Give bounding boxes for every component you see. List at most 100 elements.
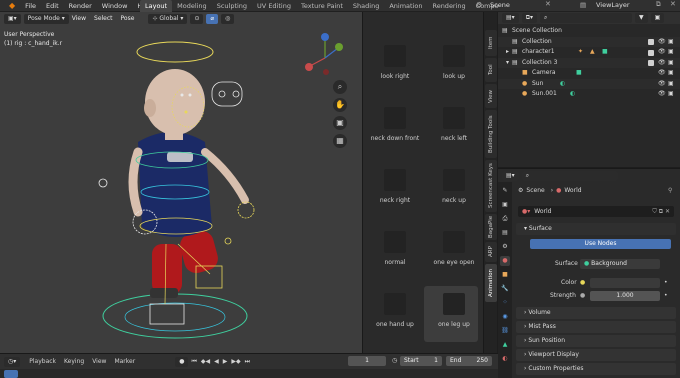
- pose-item[interactable]: neck left: [424, 100, 484, 162]
- viewport-scene[interactable]: [0, 12, 362, 353]
- snap-icon[interactable]: ⌀: [206, 13, 219, 24]
- modifier-tab-icon[interactable]: 🔧: [500, 284, 510, 294]
- playhead[interactable]: [4, 370, 18, 378]
- tab-texture-paint[interactable]: Texture Paint: [296, 0, 348, 12]
- pivot-icon[interactable]: ⊙: [190, 13, 204, 24]
- pose-item-active[interactable]: one leg up: [424, 286, 484, 348]
- tab-layout[interactable]: Layout: [140, 0, 173, 12]
- view-layer-close-icon[interactable]: ✕: [670, 0, 676, 8]
- render-camera-icon[interactable]: ▣: [668, 37, 674, 48]
- outliner-row[interactable]: ▾ ▤ Collection 3 👁 ▣: [498, 57, 680, 69]
- expand-arrow-icon[interactable]: ▸: [506, 47, 509, 58]
- visibility-eye-icon[interactable]: 👁: [658, 58, 666, 69]
- color-dot-icon[interactable]: •: [664, 279, 668, 286]
- outliner-row[interactable]: ■ Camera ■ 👁 ▣: [498, 68, 680, 79]
- mode-dropdown[interactable]: Pose Mode ▾: [23, 13, 69, 24]
- particles-tab-icon[interactable]: ⁘: [500, 298, 510, 308]
- surface-shader-dropdown[interactable]: ● Background: [580, 259, 660, 269]
- visibility-eye-icon[interactable]: 👁: [658, 47, 666, 58]
- record-icon[interactable]: ●: [175, 356, 189, 367]
- strength-dot-icon[interactable]: •: [664, 292, 668, 299]
- end-frame-field[interactable]: End 250: [446, 356, 492, 366]
- sun-position-panel-header[interactable]: › Sun Position: [516, 335, 676, 347]
- outliner-row[interactable]: ▤ Collection 👁 ▣: [498, 36, 680, 48]
- render-tab-icon[interactable]: ▣: [500, 200, 510, 210]
- world-tab-icon[interactable]: ●: [500, 256, 510, 266]
- jump-end-icon[interactable]: ⏭: [245, 358, 250, 366]
- play-icon[interactable]: ▶: [223, 358, 228, 365]
- menu-playback[interactable]: Playback: [29, 358, 56, 365]
- tab-item[interactable]: Item: [485, 30, 497, 56]
- tab-uv-editing[interactable]: UV Editing: [252, 0, 296, 12]
- strength-field[interactable]: 1.000: [590, 291, 660, 301]
- tab-animation[interactable]: Animation: [485, 264, 497, 302]
- scene-icon[interactable]: ⚙: [476, 1, 482, 9]
- physics-tab-icon[interactable]: ◉: [500, 312, 510, 322]
- include-checkbox[interactable]: [648, 49, 654, 56]
- pose-item[interactable]: look up: [424, 38, 484, 100]
- pose-item[interactable]: neck right: [365, 162, 425, 224]
- pin-icon[interactable]: ⚲: [668, 187, 672, 194]
- use-nodes-button[interactable]: Use Nodes: [530, 239, 671, 249]
- menu-edit[interactable]: Edit: [41, 0, 64, 12]
- tab-animation[interactable]: Animation: [384, 0, 427, 12]
- editor-type-icon[interactable]: ▣▾: [4, 13, 21, 24]
- tool-tab-icon[interactable]: ✎: [500, 186, 510, 196]
- include-checkbox[interactable]: [648, 60, 654, 66]
- tab-building-tools[interactable]: Building Tools: [485, 110, 497, 158]
- pose-item[interactable]: normal: [365, 224, 425, 286]
- pose-item[interactable]: neck up: [424, 162, 484, 224]
- tab-view[interactable]: View: [485, 84, 497, 108]
- pose-item[interactable]: one eye open: [424, 224, 484, 286]
- custom-properties-panel-header[interactable]: › Custom Properties: [516, 363, 676, 375]
- outliner-row[interactable]: ▸ ▤ character1 ✦ ▲ ■ 👁 ▣: [498, 47, 680, 58]
- menu-view[interactable]: View: [72, 15, 86, 22]
- 3d-viewport[interactable]: ⌕ ✋ ▣ ▦: [0, 12, 362, 353]
- menu-file[interactable]: File: [20, 0, 41, 12]
- visibility-eye-icon[interactable]: 👁: [658, 79, 666, 90]
- tab-tool[interactable]: Tool: [485, 58, 497, 82]
- outliner-search-input[interactable]: ⌕: [539, 13, 632, 23]
- jump-start-icon[interactable]: ⏮: [191, 358, 196, 366]
- menu-render[interactable]: Render: [64, 0, 97, 12]
- expand-arrow-icon[interactable]: ▾: [506, 58, 509, 69]
- menu-view[interactable]: View: [92, 358, 106, 365]
- next-keyframe-icon[interactable]: ▶◆: [231, 358, 240, 365]
- outliner-filter-icon[interactable]: ▼: [634, 13, 648, 23]
- tab-arp[interactable]: ARP: [485, 242, 497, 262]
- outliner-display-mode-icon[interactable]: ⧉▾: [521, 13, 537, 23]
- prev-keyframe-icon[interactable]: ◆◀: [201, 358, 210, 365]
- render-camera-icon[interactable]: ▣: [668, 58, 674, 69]
- grid-toggle-icon[interactable]: ▦: [333, 134, 347, 148]
- output-tab-icon[interactable]: ⎙: [500, 214, 510, 224]
- render-camera-icon[interactable]: ▣: [668, 79, 674, 90]
- pose-item[interactable]: one hand up: [365, 286, 425, 348]
- pan-hand-icon[interactable]: ✋: [333, 98, 347, 112]
- tab-shading[interactable]: Shading: [348, 0, 384, 12]
- color-swatch[interactable]: [590, 278, 660, 288]
- current-frame-field[interactable]: 1: [348, 356, 386, 366]
- view-layer-icon[interactable]: ▤: [580, 1, 586, 9]
- fake-user-shield-icon[interactable]: ⛉ ⧉ ✕: [652, 208, 670, 216]
- preview-range-icon[interactable]: ◷: [392, 357, 397, 364]
- outliner-row[interactable]: ▤ Scene Collection: [498, 26, 680, 37]
- tab-rendering[interactable]: Rendering: [427, 0, 470, 12]
- data-tab-icon[interactable]: ▲: [500, 340, 510, 350]
- render-camera-icon[interactable]: ▣: [668, 47, 674, 58]
- visibility-eye-icon[interactable]: 👁: [658, 37, 666, 48]
- proportional-icon[interactable]: ◎: [221, 13, 235, 24]
- tab-bagapie[interactable]: BagaPie: [485, 214, 497, 240]
- object-tab-icon[interactable]: ■: [500, 270, 510, 280]
- start-frame-field[interactable]: Start 1: [400, 356, 442, 366]
- scene-name[interactable]: Scene: [490, 1, 510, 9]
- menu-pose[interactable]: Pose: [121, 15, 135, 22]
- pose-item[interactable]: neck down front: [365, 100, 425, 162]
- color-socket-icon[interactable]: ●: [580, 279, 585, 286]
- tab-screencast-keys[interactable]: Screencast Keys: [485, 160, 497, 212]
- play-reverse-icon[interactable]: ◀: [214, 358, 219, 365]
- surface-panel-header[interactable]: ▾ Surface: [516, 223, 676, 235]
- scene-tab-icon[interactable]: ⚙: [500, 242, 510, 252]
- pose-item[interactable]: look right: [365, 38, 425, 100]
- menu-marker[interactable]: Marker: [114, 358, 135, 365]
- properties-editor-icon[interactable]: ▤▾: [502, 171, 519, 181]
